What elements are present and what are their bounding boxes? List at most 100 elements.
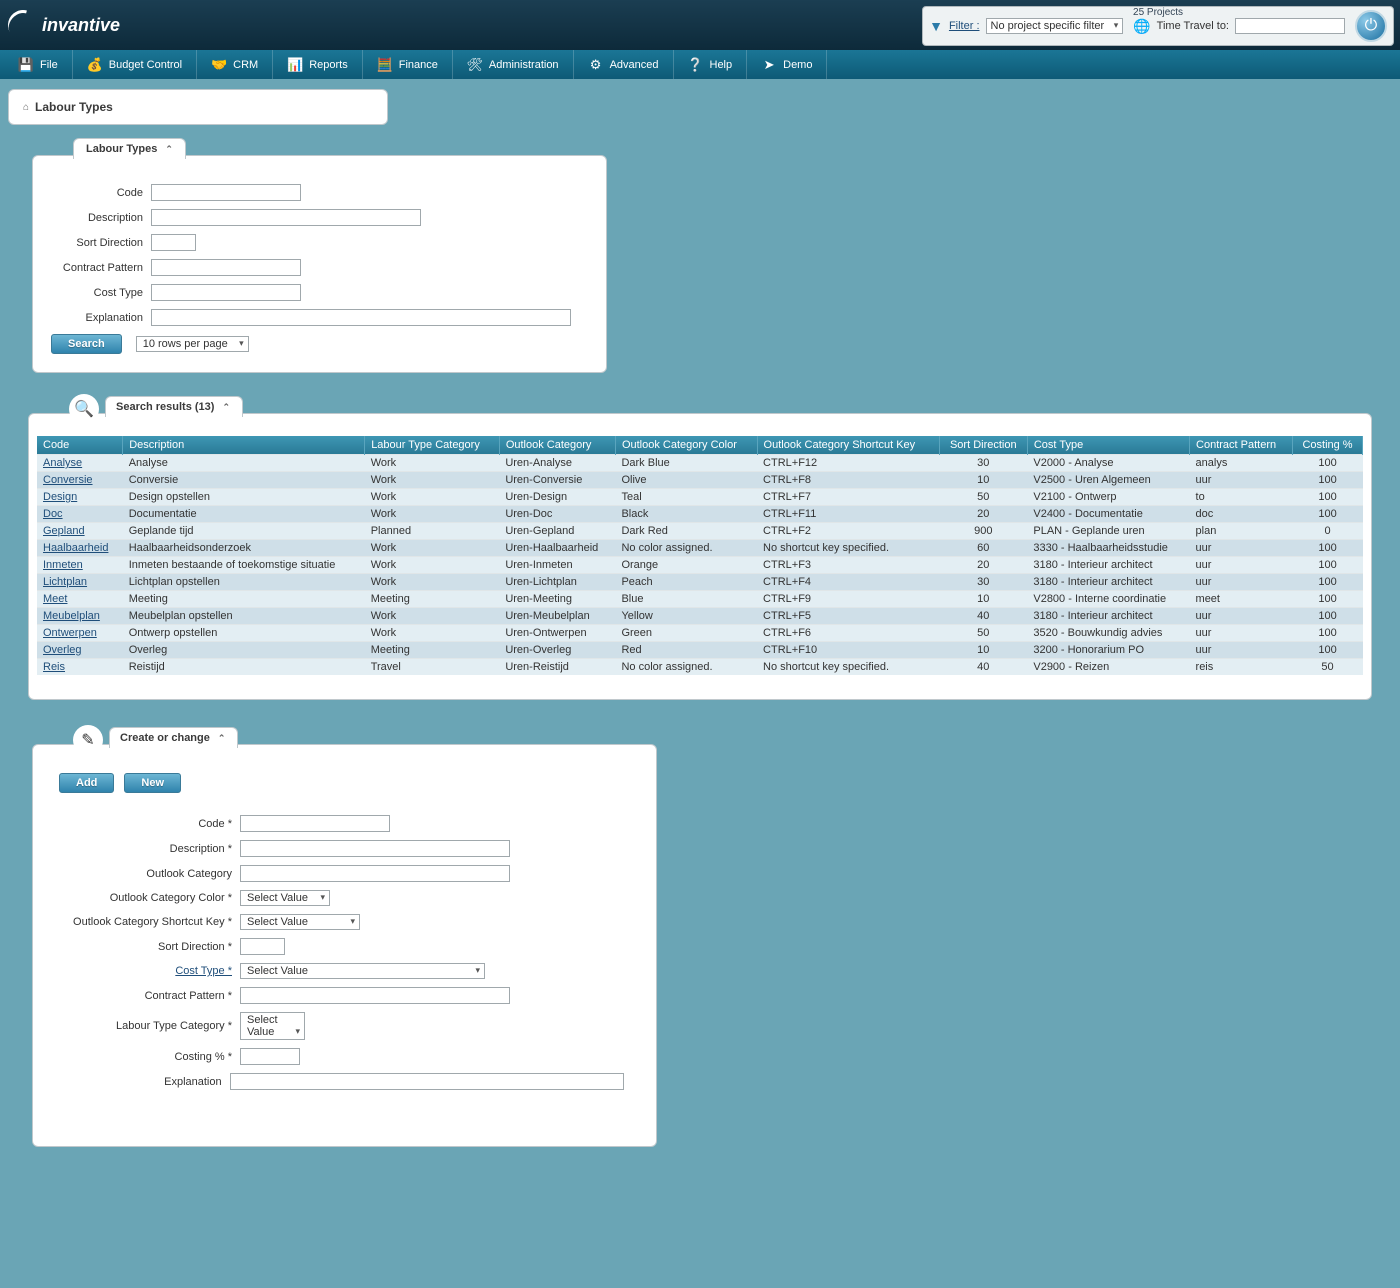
table-row[interactable]: DocDocumentatieWorkUren-DocBlackCTRL+F11… (37, 506, 1363, 523)
table-row[interactable]: HaalbaarheidHaalbaarheidsonderzoekWorkUr… (37, 540, 1363, 557)
label-cost: Cost Type (51, 287, 151, 299)
row-sort: 50 (939, 489, 1027, 506)
row-cost: V2100 - Ontwerp (1027, 489, 1189, 506)
table-row[interactable]: MeubelplanMeubelplan opstellenWorkUren-M… (37, 608, 1363, 625)
c-input-code[interactable] (240, 815, 390, 832)
table-row[interactable]: ReisReistijdTravelUren-ReistijdNo color … (37, 659, 1363, 676)
home-icon[interactable]: ⌂ (23, 102, 29, 113)
input-contract[interactable] (151, 259, 301, 276)
row-code-link[interactable]: Meet (43, 593, 67, 605)
row-code-link[interactable]: Doc (43, 508, 63, 520)
input-code[interactable] (151, 184, 301, 201)
row-costing: 100 (1293, 557, 1363, 574)
row-code-link[interactable]: Haalbaarheid (43, 542, 108, 554)
c-input-sort[interactable] (240, 938, 285, 955)
col-contract[interactable]: Contract Pattern (1190, 436, 1293, 455)
search-tab[interactable]: Labour Types ⌃ (73, 138, 186, 159)
row-cost: PLAN - Geplande uren (1027, 523, 1189, 540)
table-row[interactable]: ConversieConversieWorkUren-ConversieOliv… (37, 472, 1363, 489)
c-label-contract: Contract Pattern * (65, 990, 240, 1002)
filter-label[interactable]: Filter : (949, 20, 980, 32)
row-category: Work (365, 540, 500, 557)
row-code-link[interactable]: Overleg (43, 644, 82, 656)
input-cost[interactable] (151, 284, 301, 301)
search-button[interactable]: Search (51, 334, 122, 354)
row-code-link[interactable]: Conversie (43, 474, 93, 486)
table-row[interactable]: InmetenInmeten bestaande of toekomstige … (37, 557, 1363, 574)
col-code[interactable]: Code (37, 436, 123, 455)
row-code-link[interactable]: Meubelplan (43, 610, 100, 622)
add-button[interactable]: Add (59, 773, 114, 793)
input-explanation[interactable] (151, 309, 571, 326)
table-row[interactable]: MeetMeetingMeetingUren-MeetingBlueCTRL+F… (37, 591, 1363, 608)
row-code-link[interactable]: Analyse (43, 457, 82, 469)
row-contract: to (1190, 489, 1293, 506)
new-button[interactable]: New (124, 773, 181, 793)
row-cost: 3330 - Haalbaarheidsstudie (1027, 540, 1189, 557)
menu-crm[interactable]: 🤝CRM (197, 50, 273, 79)
col-costing[interactable]: Costing % (1293, 436, 1363, 455)
menu-budget[interactable]: 💰Budget Control (73, 50, 197, 79)
results-tab[interactable]: Search results (13) ⌃ (105, 396, 243, 417)
row-contract: uur (1190, 472, 1293, 489)
rows-per-page-select[interactable]: 10 rows per page (136, 336, 249, 352)
table-row[interactable]: AnalyseAnalyseWorkUren-AnalyseDark BlueC… (37, 455, 1363, 472)
c-input-explanation[interactable] (230, 1073, 624, 1090)
input-sort[interactable] (151, 234, 196, 251)
table-row[interactable]: DesignDesign opstellenWorkUren-DesignTea… (37, 489, 1363, 506)
row-costing: 100 (1293, 472, 1363, 489)
menu-finance[interactable]: 🧮Finance (363, 50, 453, 79)
c-label-cost[interactable]: Cost Type * (65, 965, 240, 977)
c-select-outlook-color[interactable]: Select Value (240, 890, 330, 906)
time-travel-input[interactable] (1235, 18, 1345, 34)
brand-text: invantive (42, 15, 120, 36)
row-code-link[interactable]: Design (43, 491, 77, 503)
table-row[interactable]: OntwerpenOntwerp opstellenWorkUren-Ontwe… (37, 625, 1363, 642)
table-row[interactable]: LichtplanLichtplan opstellenWorkUren-Lic… (37, 574, 1363, 591)
c-input-outlook-cat[interactable] (240, 865, 510, 882)
row-costing: 100 (1293, 574, 1363, 591)
row-code-link[interactable]: Gepland (43, 525, 85, 537)
c-select-category[interactable]: Select Value (240, 1012, 305, 1040)
menu-admin[interactable]: 🛠Administration (453, 50, 574, 79)
col-outlook-shortcut[interactable]: Outlook Category Shortcut Key (757, 436, 939, 455)
menu-reports[interactable]: 📊Reports (273, 50, 363, 79)
row-outlook-shortcut: CTRL+F11 (757, 506, 939, 523)
table-row[interactable]: OverlegOverlegMeetingUren-OverlegRedCTRL… (37, 642, 1363, 659)
row-code-link[interactable]: Inmeten (43, 559, 83, 571)
menu-help[interactable]: ❔Help (674, 50, 748, 79)
c-label-category: Labour Type Category * (65, 1020, 240, 1032)
input-description[interactable] (151, 209, 421, 226)
col-description[interactable]: Description (123, 436, 365, 455)
row-description: Design opstellen (123, 489, 365, 506)
row-cost: V2400 - Documentatie (1027, 506, 1189, 523)
power-button[interactable]: ⏻ (1355, 10, 1387, 42)
label-description: Description (51, 212, 151, 224)
row-code-link[interactable]: Lichtplan (43, 576, 87, 588)
create-tab[interactable]: Create or change ⌃ (109, 727, 238, 748)
row-code-link[interactable]: Reis (43, 661, 65, 673)
c-input-description[interactable] (240, 840, 510, 857)
collapse-icon[interactable]: ⌃ (218, 733, 226, 744)
col-outlook-cat[interactable]: Outlook Category (499, 436, 615, 455)
c-select-outlook-shortcut[interactable]: Select Value (240, 914, 360, 930)
filter-select[interactable]: No project specific filter (986, 18, 1124, 34)
collapse-icon[interactable]: ⌃ (222, 402, 230, 413)
row-code-link[interactable]: Ontwerpen (43, 627, 97, 639)
menu-advanced[interactable]: ⚙Advanced (574, 50, 674, 79)
col-outlook-color[interactable]: Outlook Category Color (615, 436, 757, 455)
c-input-costing[interactable] (240, 1048, 300, 1065)
menu-file[interactable]: 💾File (4, 50, 73, 79)
row-category: Meeting (365, 591, 500, 608)
col-cost[interactable]: Cost Type (1027, 436, 1189, 455)
table-row[interactable]: GeplandGeplande tijdPlannedUren-GeplandD… (37, 523, 1363, 540)
c-input-contract[interactable] (240, 987, 510, 1004)
col-sort[interactable]: Sort Direction (939, 436, 1027, 455)
collapse-icon[interactable]: ⌃ (165, 144, 173, 155)
menu-crm-label: CRM (233, 59, 258, 71)
menu-demo[interactable]: ➤Demo (747, 50, 827, 79)
row-costing: 100 (1293, 506, 1363, 523)
col-category[interactable]: Labour Type Category (365, 436, 500, 455)
c-select-cost[interactable]: Select Value (240, 963, 485, 979)
row-costing: 100 (1293, 455, 1363, 472)
